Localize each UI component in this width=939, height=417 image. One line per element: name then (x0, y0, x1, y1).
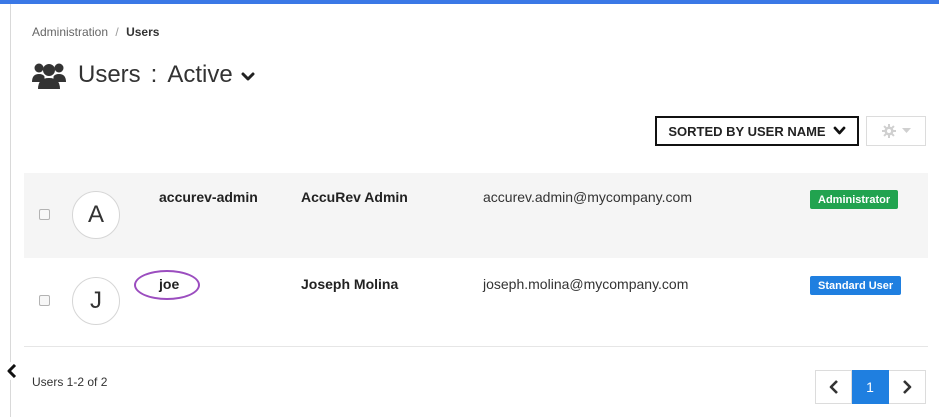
chevron-right-icon (903, 380, 912, 394)
username-link[interactable]: accurev-admin (159, 189, 258, 205)
avatar: A (72, 191, 120, 239)
status-filter-dropdown[interactable]: Active (167, 61, 255, 89)
user-count: Users 1-2 of 2 (32, 375, 108, 389)
row-checkbox[interactable] (39, 295, 50, 306)
sort-dropdown-button[interactable]: SORTED BY USER NAME (655, 116, 859, 146)
full-name: Joseph Molina (301, 276, 399, 292)
gear-icon (881, 124, 896, 138)
next-page-button[interactable] (889, 370, 926, 404)
full-name: AccuRev Admin (301, 189, 408, 205)
page-title-separator: : (150, 61, 158, 88)
row-checkbox[interactable] (39, 209, 50, 220)
page-1-button[interactable]: 1 (852, 370, 889, 404)
chevron-left-icon (829, 380, 838, 394)
role-badge[interactable]: Standard User (810, 276, 902, 295)
breadcrumb-administration[interactable]: Administration (32, 25, 108, 39)
breadcrumb: Administration / Users (32, 25, 159, 39)
collapse-sidebar-button[interactable] (3, 362, 21, 380)
user-row[interactable]: A accurev-admin AccuRev Admin accurev.ad… (24, 173, 928, 258)
page-title: Users : Active (32, 60, 255, 90)
chevron-down-icon (833, 126, 846, 135)
users-icon (32, 63, 66, 89)
caret-down-icon (901, 128, 911, 133)
previous-page-button[interactable] (815, 370, 852, 404)
chevron-down-icon (241, 72, 255, 80)
email: joseph.molina@mycompany.com (483, 276, 689, 292)
pagination: 1 (815, 370, 926, 404)
username-link[interactable]: joe (159, 276, 179, 292)
settings-dropdown-button[interactable] (866, 116, 926, 146)
breadcrumb-current: Users (126, 25, 160, 39)
sort-label: SORTED BY USER NAME (668, 123, 826, 139)
top-accent-bar (0, 0, 939, 4)
chevron-left-icon (7, 364, 17, 378)
email: accurev.admin@mycompany.com (483, 189, 692, 205)
left-panel-divider (10, 4, 11, 417)
avatar: J (72, 277, 120, 325)
role-badge[interactable]: Administrator (810, 190, 899, 209)
user-row[interactable]: J joe Joseph Molina joseph.molina@mycomp… (24, 258, 928, 347)
status-filter-label: Active (167, 61, 233, 88)
breadcrumb-separator: / (115, 25, 119, 39)
page-title-text: Users (78, 61, 141, 88)
